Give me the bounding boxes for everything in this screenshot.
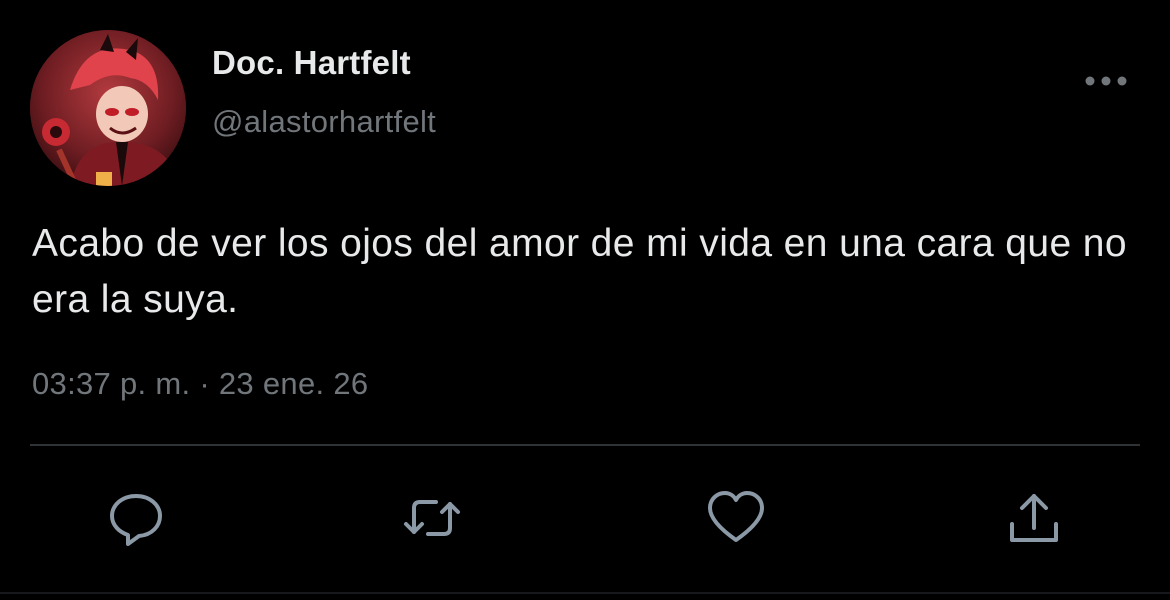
- retweet-button[interactable]: [402, 488, 462, 548]
- tweet-date: 23 ene. 26: [218, 366, 369, 401]
- user-handle[interactable]: @alastorhartfelt: [212, 104, 436, 140]
- meta-separator: ·: [199, 366, 210, 401]
- more-options-button[interactable]: [1080, 64, 1132, 98]
- share-icon: [1010, 494, 1058, 542]
- like-button[interactable]: [706, 488, 766, 548]
- divider: [30, 444, 1140, 446]
- reply-icon: [110, 494, 162, 546]
- avatar[interactable]: [30, 30, 186, 186]
- tweet-text: Acabo de ver los ojos del amor de mi vid…: [32, 222, 1127, 321]
- reply-button[interactable]: [106, 488, 166, 548]
- heart-icon: [708, 491, 764, 542]
- tweet-timestamp[interactable]: 03:37 p. m. · 23 ene. 26: [32, 366, 368, 402]
- display-name[interactable]: Doc. Hartfelt: [212, 44, 411, 82]
- tweet-time: 03:37 p. m.: [32, 366, 191, 401]
- retweet-icon: [404, 500, 460, 536]
- more-horizontal-icon: [1085, 76, 1127, 86]
- bottom-divider: [0, 592, 1170, 594]
- share-button[interactable]: [1004, 488, 1064, 548]
- avatar-illustration-icon: [30, 30, 186, 186]
